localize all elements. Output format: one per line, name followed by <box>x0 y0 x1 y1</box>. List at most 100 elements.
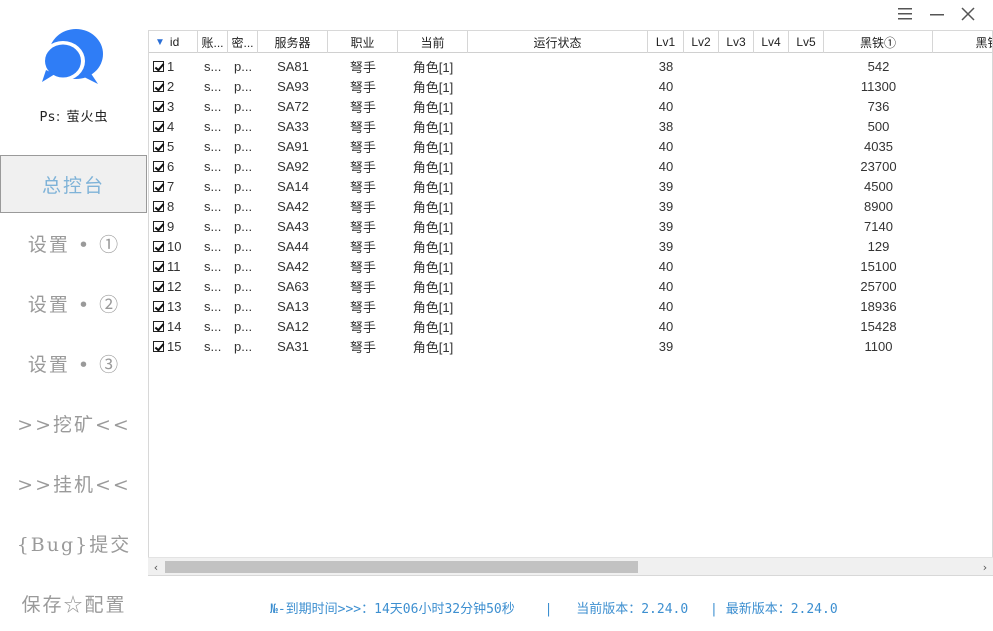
cell-value: 弩手 <box>349 179 376 195</box>
cell-lv1: 40 <box>648 316 684 336</box>
column-header-id[interactable]: ▼ id <box>149 31 198 53</box>
sidebar-item-mining[interactable]: >>挖矿<< <box>0 394 148 452</box>
chevron-right-icon[interactable]: › <box>977 558 993 576</box>
scrollbar-thumb[interactable] <box>165 561 638 573</box>
cell-value: 39 <box>658 218 674 234</box>
cell-id: 14 <box>149 316 198 336</box>
row-checkbox[interactable] <box>153 140 164 152</box>
table-row[interactable]: 3 s... p... SA72 弩手 角色[1] 40 736 <box>149 96 992 116</box>
cell-value: s... <box>204 198 222 214</box>
row-checkbox[interactable] <box>153 100 164 112</box>
sidebar-item-dashboard[interactable]: 总控台 <box>0 155 147 213</box>
table-row[interactable]: 10 s... p... SA44 弩手 角色[1] 39 129 <box>149 236 992 256</box>
account-table[interactable]: ▼ id 账... 密... 服务器 职业 当前 运行状态 Lv1 Lv2 Lv3 Lv4 Lv5 黑铁①… <box>148 30 993 576</box>
cell-server: SA43 <box>258 216 328 236</box>
column-header-label: 黑铁① <box>859 35 896 50</box>
cell-lv2 <box>684 196 719 216</box>
sidebar-item-save-config[interactable]: 保存☆配置 <box>0 574 148 631</box>
cell-value: 15 <box>167 338 182 354</box>
table-row[interactable]: 2 s... p... SA93 弩手 角色[1] 40 11300 <box>149 76 992 96</box>
cell-account: s... <box>198 156 228 176</box>
column-header-lv1[interactable]: Lv1 <box>648 31 684 53</box>
sort-desc-icon[interactable]: ▼ <box>155 37 165 48</box>
column-header-lv5[interactable]: Lv5 <box>789 31 824 53</box>
column-header-job[interactable]: 职业 <box>328 31 398 53</box>
cell-status <box>468 56 648 76</box>
minimize-icon[interactable] <box>922 2 952 26</box>
cell-account: s... <box>198 276 228 296</box>
row-checkbox[interactable] <box>153 180 164 192</box>
sidebar-item-settings-2[interactable]: 设置 • ② <box>0 274 148 332</box>
row-checkbox[interactable] <box>153 200 164 212</box>
table-row[interactable]: 6 s... p... SA92 弩手 角色[1] 40 23700 <box>149 156 992 176</box>
table-row[interactable]: 1 s... p... SA81 弩手 角色[1] 38 542 <box>149 56 992 76</box>
sidebar-item-settings-3[interactable]: 设置 • ③ <box>0 334 148 392</box>
row-checkbox[interactable] <box>153 80 164 92</box>
column-header-account[interactable]: 账... <box>198 31 228 53</box>
cell-iron-1: 18936 <box>824 296 933 316</box>
column-header-lv3[interactable]: Lv3 <box>719 31 754 53</box>
row-checkbox[interactable] <box>153 320 164 332</box>
cell-job: 弩手 <box>328 156 398 176</box>
row-checkbox[interactable] <box>153 300 164 312</box>
column-header-password[interactable]: 密... <box>228 31 258 53</box>
cell-current: 角色[1] <box>398 296 468 316</box>
table-row[interactable]: 9 s... p... SA43 弩手 角色[1] 39 7140 <box>149 216 992 236</box>
cell-value: 40 <box>658 298 674 314</box>
cell-id: 8 <box>149 196 198 216</box>
horizontal-scrollbar[interactable]: ‹ › <box>148 557 993 575</box>
column-header-iron[interactable]: 黑铁 <box>933 31 992 53</box>
hamburger-menu-icon[interactable] <box>890 2 920 26</box>
cell-lv1: 39 <box>648 176 684 196</box>
table-header: ▼ id 账... 密... 服务器 职业 当前 运行状态 Lv1 Lv2 Lv3 Lv4 Lv5 黑铁①… <box>149 31 992 53</box>
table-row[interactable]: 11 s... p... SA42 弩手 角色[1] 40 15100 <box>149 256 992 276</box>
table-row[interactable]: 13 s... p... SA13 弩手 角色[1] 40 18936 <box>149 296 992 316</box>
table-row[interactable]: 5 s... p... SA91 弩手 角色[1] 40 4035 <box>149 136 992 156</box>
cell-status <box>468 276 648 296</box>
table-row[interactable]: 12 s... p... SA63 弩手 角色[1] 40 25700 <box>149 276 992 296</box>
table-row[interactable]: 4 s... p... SA33 弩手 角色[1] 38 500 <box>149 116 992 136</box>
cell-value: 129 <box>867 238 890 254</box>
cell-lv4 <box>754 296 789 316</box>
column-header-server[interactable]: 服务器 <box>258 31 328 53</box>
cell-value: 弩手 <box>349 59 376 75</box>
sidebar-item-settings-1[interactable]: 设置 • ① <box>0 214 148 272</box>
row-checkbox[interactable] <box>153 120 164 132</box>
column-header-iron-1[interactable]: 黑铁① <box>824 31 933 53</box>
cell-value: 39 <box>658 338 674 354</box>
chevron-left-icon[interactable]: ‹ <box>148 558 164 576</box>
row-checkbox[interactable] <box>153 260 164 272</box>
sidebar-item-idle[interactable]: >>挂机<< <box>0 454 148 512</box>
row-checkbox[interactable] <box>153 340 164 352</box>
cell-server: SA14 <box>258 176 328 196</box>
cell-lv3 <box>719 216 754 236</box>
cell-lv4 <box>754 276 789 296</box>
table-row[interactable]: 14 s... p... SA12 弩手 角色[1] 40 15428 <box>149 316 992 336</box>
cell-value: 弩手 <box>349 159 376 175</box>
cell-value: p... <box>234 298 253 314</box>
cell-value: p... <box>234 138 253 154</box>
sidebar-item-bug-report[interactable]: {Bug}提交 <box>0 514 148 572</box>
cell-value: 23700 <box>860 158 897 174</box>
row-checkbox[interactable] <box>153 220 164 232</box>
table-row[interactable]: 15 s... p... SA31 弩手 角色[1] 39 1100 <box>149 336 992 356</box>
row-checkbox[interactable] <box>153 240 164 252</box>
cell-server: SA31 <box>258 336 328 356</box>
column-header-status[interactable]: 运行状态 <box>468 31 648 53</box>
row-checkbox[interactable] <box>153 280 164 292</box>
table-row[interactable]: 7 s... p... SA14 弩手 角色[1] 39 4500 <box>149 176 992 196</box>
row-checkbox[interactable] <box>153 160 164 172</box>
cell-value: 736 <box>867 98 890 114</box>
cell-lv5 <box>789 176 824 196</box>
cell-password: p... <box>228 76 258 96</box>
column-header-current[interactable]: 当前 <box>398 31 468 53</box>
row-checkbox[interactable] <box>153 60 164 72</box>
column-header-lv4[interactable]: Lv4 <box>754 31 789 53</box>
close-icon[interactable] <box>953 2 983 26</box>
cell-value: s... <box>204 78 222 94</box>
cell-value: 角色[1] <box>412 219 454 235</box>
cell-status <box>468 336 648 356</box>
column-header-lv2[interactable]: Lv2 <box>684 31 719 53</box>
cell-lv5 <box>789 256 824 276</box>
table-row[interactable]: 8 s... p... SA42 弩手 角色[1] 39 8900 <box>149 196 992 216</box>
